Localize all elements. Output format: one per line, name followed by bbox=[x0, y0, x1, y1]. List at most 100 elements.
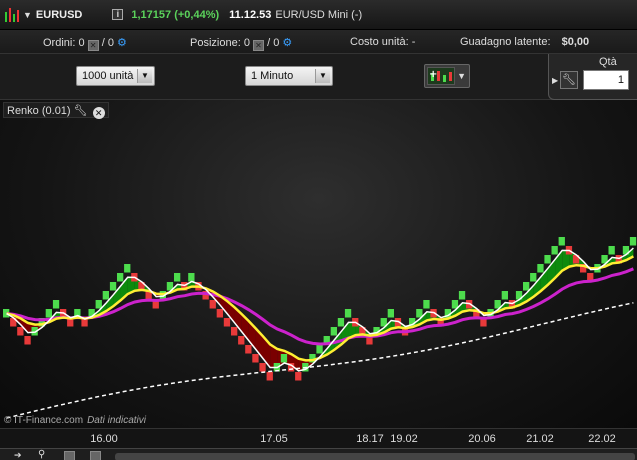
renko-brick-up bbox=[45, 309, 52, 318]
instrument-name: EUR/USD Mini (-) bbox=[275, 8, 363, 21]
renko-brick-up bbox=[608, 246, 615, 255]
x-tick-label: 21.02 bbox=[526, 433, 554, 445]
renko-brick-up bbox=[109, 282, 117, 291]
chart-type-button[interactable]: + ▼ bbox=[424, 64, 470, 88]
renko-brick-down bbox=[231, 327, 238, 336]
orders-label: Ordini: bbox=[43, 37, 76, 49]
renko-brick-up bbox=[501, 291, 508, 300]
latent-gain: Guadagno latente: $0,00 bbox=[460, 36, 589, 48]
renko-brick-up bbox=[387, 309, 394, 318]
symbol-label[interactable]: EURUSD bbox=[36, 9, 82, 21]
quantity-input[interactable]: 1 bbox=[583, 70, 629, 90]
x-axis: 16.00 17.05 18.17 19.02 20.06 21.02 22.02 bbox=[0, 428, 637, 448]
quantity-panel: ▶ Qtà 🔧︎ 1 bbox=[548, 54, 637, 100]
renko-brick-up bbox=[523, 282, 530, 291]
position-summary: Posizione: 0 ✕ / 0 ⚙ bbox=[190, 36, 292, 51]
renko-brick-down bbox=[24, 336, 31, 345]
indicator-tag[interactable]: Renko (0.01) 🔧︎ ✕ bbox=[3, 102, 109, 119]
renko-brick-up bbox=[102, 291, 109, 300]
x-tick-label: 18.17 bbox=[356, 433, 384, 445]
panel-button[interactable] bbox=[64, 451, 75, 460]
chevron-down-icon[interactable]: ▼ bbox=[23, 10, 32, 20]
x-tick-label: 19.02 bbox=[390, 433, 418, 445]
candlestick-icon[interactable] bbox=[3, 5, 21, 25]
renko-brick-up bbox=[280, 354, 288, 363]
chart-type-icon-svg: + bbox=[429, 69, 452, 82]
renko-brick-up bbox=[95, 300, 102, 309]
price-change: 1,17157 (+0,44%) bbox=[131, 8, 220, 21]
renko-brick-up bbox=[458, 291, 466, 300]
x-tick-label: 22.02 bbox=[588, 433, 616, 445]
renko-brick-down bbox=[209, 300, 216, 309]
chevron-down-icon[interactable]: ▼ bbox=[137, 69, 152, 83]
quantity-label: Qtà bbox=[599, 56, 617, 68]
expand-arrow-icon[interactable]: ▶ bbox=[552, 76, 558, 85]
close-icon[interactable]: ✕ bbox=[92, 107, 105, 119]
renko-brick-up bbox=[629, 237, 637, 246]
panel-button[interactable] bbox=[90, 451, 101, 460]
units-select-value: 1000 unità bbox=[82, 70, 134, 82]
watermark: © IT-Finance.com Dati indicativi bbox=[4, 415, 146, 426]
renko-brick-down bbox=[223, 318, 231, 327]
horizontal-scrollbar[interactable] bbox=[115, 453, 635, 460]
x-tick-label: 17.05 bbox=[260, 433, 288, 445]
x-tick-label: 20.06 bbox=[468, 433, 496, 445]
chart-type-icon: + bbox=[427, 67, 455, 85]
x-tick-label: 16.00 bbox=[90, 433, 118, 445]
title-bar: ▼ EURUSD i 1,17157 (+0,44%) 11.12.53 EUR… bbox=[0, 0, 637, 30]
latent-gain-label: Guadagno latente: bbox=[460, 36, 551, 48]
renko-brick-up bbox=[174, 273, 181, 282]
watermark-source: © IT-Finance.com bbox=[4, 415, 84, 426]
renko-brick-down bbox=[216, 309, 223, 318]
positions-bar: Ordini: 0 ✕ / 0 ⚙ Posizione: 0 ✕ / 0 ⚙ C… bbox=[0, 30, 637, 54]
unit-cost-label: Costo unità: bbox=[350, 36, 409, 48]
renko-chart[interactable] bbox=[0, 100, 637, 428]
chevron-down-icon[interactable]: ▼ bbox=[457, 71, 466, 81]
chart-toolbar: 1000 unità ▼ 1 Minuto ▼ + ▼ bbox=[0, 54, 637, 100]
quote-time: 11.12.53 bbox=[229, 8, 272, 21]
long-moving-average bbox=[6, 302, 634, 419]
indicator-label: Renko (0.01) bbox=[7, 105, 71, 117]
renko-brick-down bbox=[17, 327, 24, 336]
renko-brick-up bbox=[530, 273, 537, 282]
cancel-orders-icon[interactable]: ✕ bbox=[87, 40, 99, 51]
renko-brick-up bbox=[537, 264, 544, 273]
unit-cost-value: - bbox=[411, 36, 416, 48]
unit-cost: Costo unità: - bbox=[350, 36, 415, 48]
gear-icon[interactable]: ⚙ bbox=[117, 37, 127, 49]
info-icon[interactable]: i bbox=[112, 9, 124, 20]
timeframe-select-value: 1 Minuto bbox=[251, 70, 294, 82]
orders-slash: / 0 bbox=[101, 37, 114, 49]
chart-area[interactable]: Renko (0.01) 🔧︎ ✕ © IT-Finance.com Dati i… bbox=[0, 100, 637, 428]
renko-brick-up bbox=[52, 300, 60, 309]
renko-brick-up bbox=[551, 246, 558, 255]
watermark-note: Dati indicativi bbox=[87, 415, 146, 426]
gear-icon[interactable]: ⚙ bbox=[282, 37, 292, 49]
renko-brick-down bbox=[295, 372, 302, 381]
units-select[interactable]: 1000 unità ▼ bbox=[76, 66, 155, 86]
renko-brick-up bbox=[330, 327, 337, 336]
wrench-icon[interactable]: 🔧︎ bbox=[560, 71, 578, 89]
renko-brick-up bbox=[558, 237, 565, 246]
position-slash: / 0 bbox=[267, 37, 280, 49]
renko-brick-down bbox=[266, 372, 273, 381]
renko-brick-down bbox=[245, 345, 252, 354]
renko-brick-up bbox=[344, 309, 352, 318]
position-value: 0 bbox=[243, 37, 250, 49]
arrow-icon[interactable]: ➔ bbox=[14, 450, 24, 460]
chevron-down-icon[interactable]: ▼ bbox=[315, 69, 330, 83]
renko-brick-up bbox=[124, 264, 131, 273]
orders-value: 0 bbox=[78, 37, 85, 49]
renko-brick-up bbox=[544, 255, 551, 264]
latent-gain-value: $0,00 bbox=[561, 36, 590, 48]
timeframe-select[interactable]: 1 Minuto ▼ bbox=[245, 66, 333, 86]
zoom-icon[interactable]: ⚲ bbox=[38, 449, 45, 460]
renko-brick-down bbox=[252, 354, 259, 363]
renko-brick-up bbox=[337, 318, 345, 327]
close-position-icon[interactable]: ✕ bbox=[253, 40, 265, 51]
renko-brick-down bbox=[259, 363, 266, 372]
position-label: Posizione: bbox=[190, 37, 241, 49]
wrench-icon[interactable]: 🔧︎ bbox=[74, 105, 88, 117]
svg-text:+: + bbox=[429, 69, 437, 80]
renko-brick-down bbox=[238, 336, 245, 345]
